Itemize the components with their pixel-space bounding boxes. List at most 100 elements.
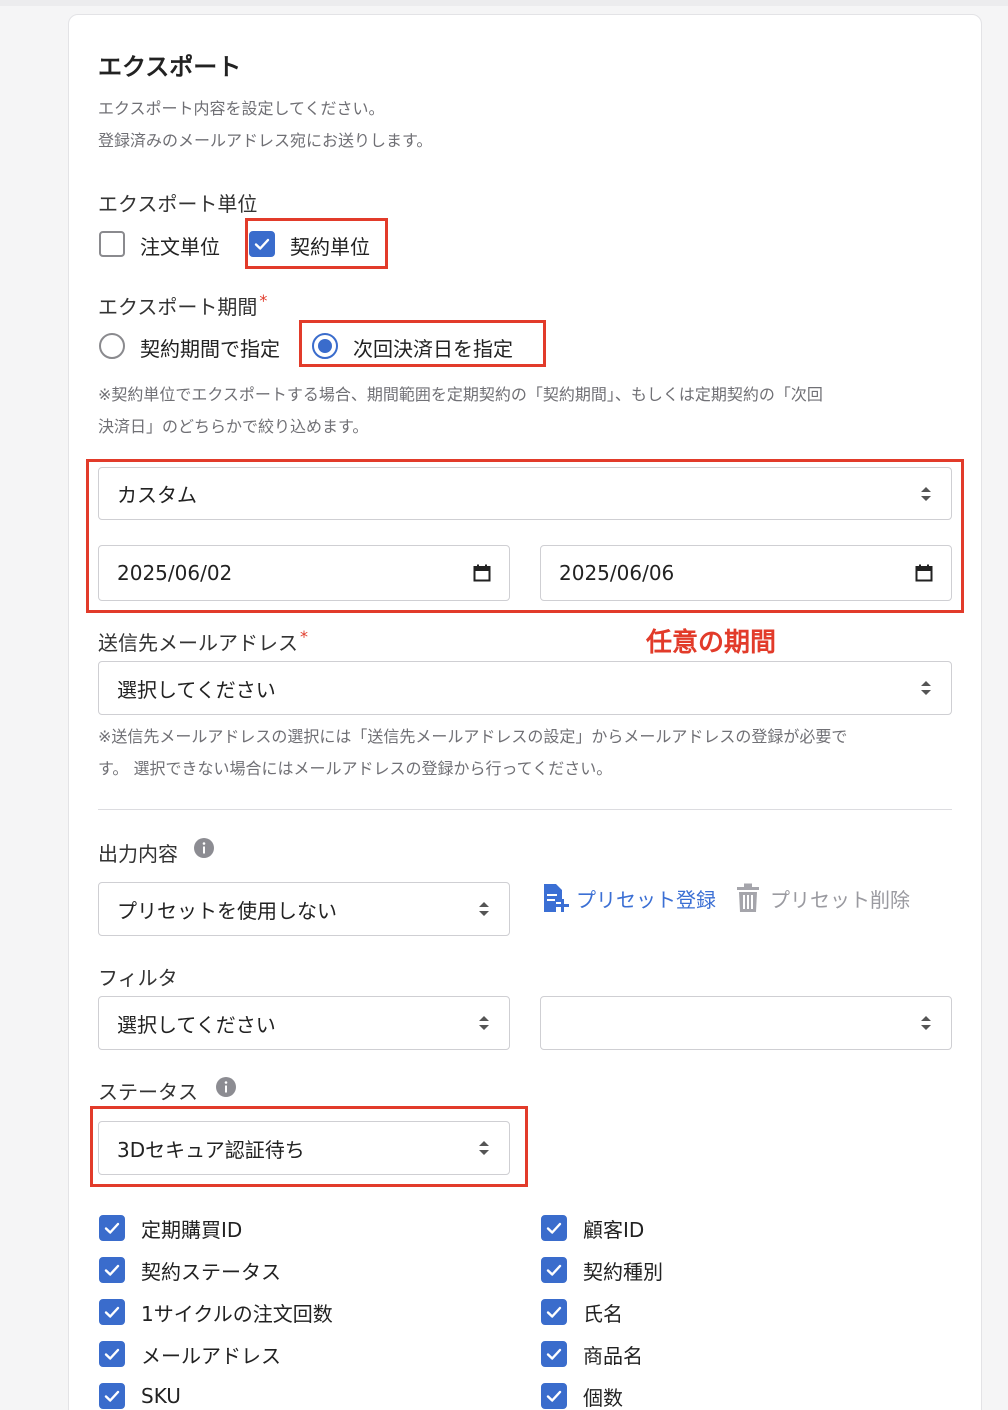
field-checkbox[interactable] bbox=[541, 1299, 567, 1325]
field-item[interactable]: メールアドレス bbox=[99, 1333, 499, 1375]
field-label: 個数 bbox=[583, 1385, 623, 1410]
email-select-value: 選択してください bbox=[117, 677, 276, 702]
section-divider bbox=[98, 809, 952, 810]
field-item[interactable]: 個数 bbox=[541, 1375, 941, 1410]
field-label: 1サイクルの注文回数 bbox=[141, 1301, 333, 1326]
top-bar bbox=[0, 0, 1008, 6]
export-unit-label: エクスポート単位 bbox=[98, 192, 258, 216]
contract-unit-label[interactable]: 契約単位 bbox=[290, 231, 370, 260]
page-description-1: エクスポート内容を設定してください。 bbox=[98, 99, 385, 118]
field-item[interactable]: 顧客ID bbox=[541, 1207, 941, 1249]
updown-arrows-icon bbox=[479, 902, 489, 916]
filter-select-2[interactable] bbox=[540, 996, 952, 1050]
field-checkbox[interactable] bbox=[541, 1215, 567, 1241]
field-checkbox[interactable] bbox=[541, 1383, 567, 1409]
field-item[interactable]: 定期購買ID bbox=[99, 1207, 499, 1249]
field-checkbox[interactable] bbox=[99, 1257, 125, 1283]
export-period-label: エクスポート期間 bbox=[98, 295, 258, 319]
filter-select-1[interactable]: 選択してください bbox=[98, 996, 510, 1050]
field-item[interactable]: 契約ステータス bbox=[99, 1249, 499, 1291]
field-label: 契約種別 bbox=[583, 1259, 663, 1284]
updown-arrows-icon bbox=[921, 1016, 931, 1030]
check-icon bbox=[104, 1306, 120, 1318]
preset-select[interactable]: プリセットを使用しない bbox=[98, 882, 510, 936]
email-label: 送信先メールアドレス bbox=[98, 631, 298, 655]
field-checkbox[interactable] bbox=[541, 1257, 567, 1283]
field-checkbox[interactable] bbox=[99, 1215, 125, 1241]
check-icon bbox=[546, 1264, 562, 1276]
check-icon bbox=[104, 1222, 120, 1234]
contract-unit-checkbox[interactable] bbox=[249, 231, 275, 257]
export-period-label-wrap: エクスポート期間 * bbox=[98, 291, 267, 320]
status-select[interactable]: 3Dセキュア認証待ち bbox=[98, 1121, 510, 1175]
range-select-value: カスタム bbox=[117, 483, 197, 507]
info-icon[interactable] bbox=[216, 1077, 236, 1097]
check-icon bbox=[104, 1348, 120, 1360]
file-plus-icon bbox=[544, 884, 569, 912]
required-mark: * bbox=[300, 627, 308, 646]
status-select-value: 3Dセキュア認証待ち bbox=[117, 1137, 305, 1162]
preset-select-value: プリセットを使用しない bbox=[117, 898, 337, 923]
order-unit-label[interactable]: 注文単位 bbox=[140, 231, 220, 260]
info-icon[interactable] bbox=[194, 838, 214, 858]
period-note-1: ※契約単位でエクスポートする場合、期間範囲を定期契約の「契約期間」、もしくは定期… bbox=[98, 385, 823, 404]
field-checkbox[interactable] bbox=[99, 1299, 125, 1325]
field-item[interactable]: 契約種別 bbox=[541, 1249, 941, 1291]
output-label: 出力内容 bbox=[98, 842, 178, 866]
email-select[interactable]: 選択してください bbox=[98, 661, 952, 715]
updown-arrows-icon bbox=[921, 486, 931, 501]
fields-left-column: 定期購買ID 契約ステータス 1サイクルの注文回数 メールアドレス SKU bbox=[99, 1207, 499, 1410]
status-label: ステータス bbox=[98, 1080, 198, 1104]
check-icon bbox=[254, 238, 270, 250]
email-note-2: す。 選択できない場合にはメールアドレスの登録から行ってください。 bbox=[98, 759, 613, 778]
field-label: 定期購買ID bbox=[141, 1217, 243, 1242]
preset-register-button[interactable]: プリセット登録 bbox=[542, 882, 716, 914]
field-label: 氏名 bbox=[583, 1301, 623, 1326]
range-select[interactable]: カスタム bbox=[98, 467, 952, 520]
field-label: 顧客ID bbox=[583, 1217, 645, 1242]
filter-label: フィルタ bbox=[98, 966, 178, 990]
check-icon bbox=[104, 1264, 120, 1276]
order-unit-checkbox[interactable] bbox=[99, 231, 125, 257]
field-checkbox[interactable] bbox=[541, 1341, 567, 1367]
field-label: 商品名 bbox=[583, 1343, 643, 1368]
preset-register-label: プリセット登録 bbox=[576, 887, 716, 912]
page-description-2: 登録済みのメールアドレス宛にお送りします。 bbox=[98, 131, 433, 150]
check-icon bbox=[546, 1348, 562, 1360]
field-label: SKU bbox=[141, 1384, 181, 1408]
contract-period-radio[interactable] bbox=[99, 333, 125, 359]
calendar-icon[interactable] bbox=[473, 564, 491, 582]
field-item[interactable]: 1サイクルの注文回数 bbox=[99, 1291, 499, 1333]
email-label-wrap: 送信先メールアドレス * bbox=[98, 627, 308, 656]
trash-icon bbox=[737, 883, 759, 912]
filter-select-1-value: 選択してください bbox=[117, 1012, 276, 1037]
updown-arrows-icon bbox=[479, 1016, 489, 1030]
field-item[interactable]: 氏名 bbox=[541, 1291, 941, 1333]
calendar-icon[interactable] bbox=[915, 564, 933, 582]
field-checkbox[interactable] bbox=[99, 1383, 125, 1409]
field-checkbox[interactable] bbox=[99, 1341, 125, 1367]
next-payment-label[interactable]: 次回決済日を指定 bbox=[353, 333, 513, 362]
preset-delete-button[interactable]: プリセット削除 bbox=[736, 883, 910, 913]
next-payment-radio[interactable] bbox=[312, 333, 338, 359]
updown-arrows-icon bbox=[921, 681, 931, 695]
date-to-input[interactable]: 2025/06/06 bbox=[540, 545, 952, 601]
date-from-value: 2025/06/02 bbox=[117, 561, 233, 585]
field-label: 契約ステータス bbox=[141, 1259, 281, 1284]
radio-dot bbox=[318, 339, 332, 353]
check-icon bbox=[546, 1390, 562, 1402]
period-note-2: 決済日」のどちらかで絞り込めます。 bbox=[98, 417, 369, 436]
check-icon bbox=[546, 1306, 562, 1318]
check-icon bbox=[104, 1390, 120, 1402]
field-item[interactable]: SKU bbox=[99, 1375, 499, 1410]
date-from-input[interactable]: 2025/06/02 bbox=[98, 545, 510, 601]
annotation-custom-period: 任意の期間 bbox=[646, 628, 777, 658]
fields-right-column: 顧客ID 契約種別 氏名 商品名 個数 bbox=[541, 1207, 941, 1410]
check-icon bbox=[546, 1222, 562, 1234]
date-to-value: 2025/06/06 bbox=[559, 561, 675, 585]
contract-period-label[interactable]: 契約期間で指定 bbox=[140, 333, 280, 362]
page-title: エクスポート bbox=[98, 53, 242, 81]
field-item[interactable]: 商品名 bbox=[541, 1333, 941, 1375]
updown-arrows-icon bbox=[479, 1141, 489, 1155]
preset-delete-label: プリセット削除 bbox=[770, 887, 910, 912]
